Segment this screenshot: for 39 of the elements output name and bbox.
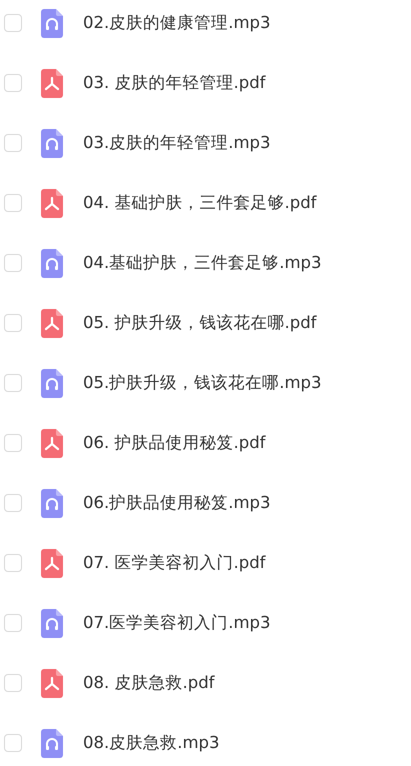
checkbox[interactable]: [4, 314, 22, 332]
file-name[interactable]: 04.基础护肤，三件套足够.mp3: [83, 252, 322, 274]
pdf-file-icon: [41, 308, 63, 338]
file-name[interactable]: 06.护肤品使用秘笈.mp3: [83, 492, 271, 514]
headphones-file-icon: [41, 8, 63, 38]
pdf-file-icon: [41, 68, 63, 98]
pdf-file-icon: [41, 548, 63, 578]
headphones-file-icon: [41, 728, 63, 758]
file-name[interactable]: 07.医学美容初入门.mp3: [83, 612, 271, 634]
pdf-file-icon: [41, 188, 63, 218]
file-name[interactable]: 08. 皮肤急救.pdf: [83, 672, 214, 694]
headphones-file-icon: [41, 608, 63, 638]
headphones-file-icon: [41, 488, 63, 518]
checkbox[interactable]: [4, 134, 22, 152]
checkbox[interactable]: [4, 434, 22, 452]
checkbox[interactable]: [4, 74, 22, 92]
checkbox[interactable]: [4, 494, 22, 512]
file-name[interactable]: 04. 基础护肤，三件套足够.pdf: [83, 192, 316, 214]
file-name[interactable]: 03.皮肤的年轻管理.mp3: [83, 132, 271, 154]
headphones-file-icon: [41, 368, 63, 398]
file-name[interactable]: 02.皮肤的健康管理.mp3: [83, 12, 271, 34]
file-name[interactable]: 06. 护肤品使用秘笈.pdf: [83, 432, 266, 454]
checkbox[interactable]: [4, 14, 22, 32]
checkbox[interactable]: [4, 674, 22, 692]
checkbox[interactable]: [4, 614, 22, 632]
file-name[interactable]: 07. 医学美容初入门.pdf: [83, 552, 266, 574]
headphones-file-icon: [41, 248, 63, 278]
file-name[interactable]: 03. 皮肤的年轻管理.pdf: [83, 72, 266, 94]
file-name[interactable]: 08.皮肤急救.mp3: [83, 732, 220, 754]
pdf-file-icon: [41, 428, 63, 458]
file-name[interactable]: 05. 护肤升级，钱该花在哪.pdf: [83, 312, 316, 334]
checkbox[interactable]: [4, 554, 22, 572]
checkbox[interactable]: [4, 734, 22, 752]
checkbox[interactable]: [4, 194, 22, 212]
checkbox[interactable]: [4, 374, 22, 392]
file-name[interactable]: 05.护肤升级，钱该花在哪.mp3: [83, 372, 322, 394]
pdf-file-icon: [41, 668, 63, 698]
headphones-file-icon: [41, 128, 63, 158]
checkbox[interactable]: [4, 254, 22, 272]
